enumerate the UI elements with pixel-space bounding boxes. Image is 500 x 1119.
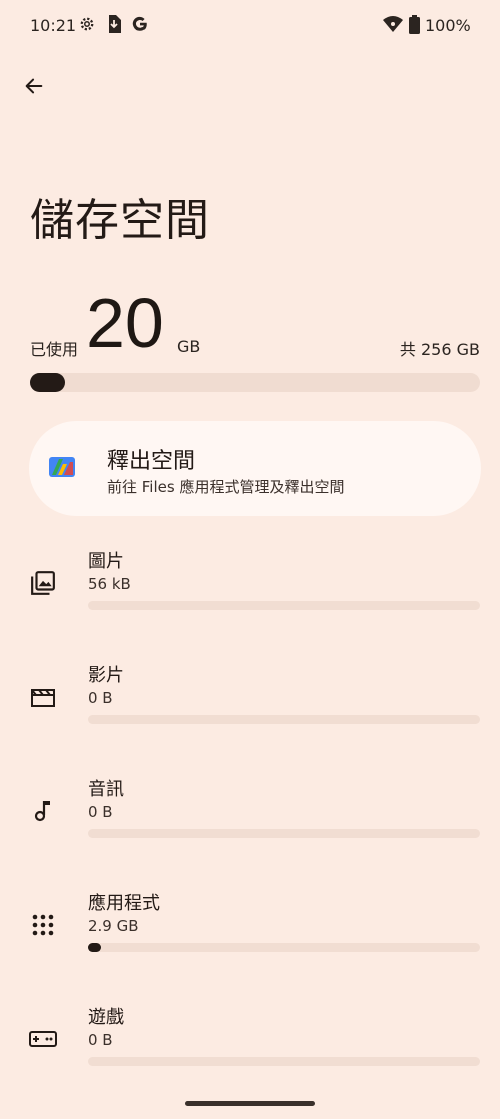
free-up-space-subtitle: 前往 Files 應用程式管理及釋出空間: [107, 478, 345, 496]
category-images[interactable]: 圖片 56 kB: [0, 547, 500, 647]
category-usage-bar: [88, 943, 480, 952]
category-name: 音訊: [88, 779, 124, 800]
category-videos[interactable]: 影片 0 B: [0, 661, 500, 761]
status-bar: 10:21 100%: [0, 0, 500, 50]
back-arrow-icon: [25, 78, 43, 94]
category-size: 0 B: [88, 1031, 113, 1049]
battery-percentage: 100%: [425, 16, 471, 35]
used-unit: GB: [177, 337, 201, 356]
category-size: 0 B: [88, 803, 113, 821]
used-value: 20: [86, 284, 164, 362]
category-size: 2.9 GB: [88, 917, 139, 935]
photo-icon: [29, 569, 57, 597]
category-name: 應用程式: [88, 893, 160, 914]
files-app-icon: [49, 457, 75, 477]
category-size: 56 kB: [88, 575, 131, 593]
category-usage-fill: [88, 943, 101, 952]
category-usage-bar: [88, 715, 480, 724]
category-apps[interactable]: 應用程式 2.9 GB: [0, 889, 500, 989]
settings-icon: [78, 15, 96, 37]
google-icon: [131, 15, 149, 37]
free-up-space-title: 釋出空間: [107, 449, 196, 474]
battery-icon: [409, 15, 420, 38]
category-name: 圖片: [88, 551, 124, 572]
total-capacity-label: 共 256 GB: [399, 340, 480, 359]
page-title: 儲存空間: [30, 195, 210, 246]
music-note-icon: [29, 797, 57, 825]
storage-usage-fill: [30, 373, 66, 392]
gesture-navigation-handle[interactable]: [185, 1101, 315, 1106]
category-usage-bar: [88, 1057, 480, 1066]
back-button[interactable]: [14, 66, 54, 106]
storage-usage-bar: [30, 373, 480, 392]
gamepad-icon: [29, 1025, 57, 1053]
category-audio[interactable]: 音訊 0 B: [0, 775, 500, 875]
video-icon: [29, 683, 57, 711]
category-size: 0 B: [88, 689, 113, 707]
wifi-icon: [383, 15, 403, 37]
free-up-space-card[interactable]: 釋出空間 前往 Files 應用程式管理及釋出空間: [29, 421, 481, 516]
category-name: 遊戲: [88, 1007, 124, 1028]
category-games[interactable]: 遊戲 0 B: [0, 1003, 500, 1103]
download-icon: [107, 15, 121, 37]
status-time: 10:21: [30, 16, 77, 35]
used-label: 已使用: [30, 340, 79, 359]
category-name: 影片: [88, 665, 124, 686]
apps-grid-icon: [29, 911, 57, 939]
category-usage-bar: [88, 601, 480, 610]
category-usage-bar: [88, 829, 480, 838]
